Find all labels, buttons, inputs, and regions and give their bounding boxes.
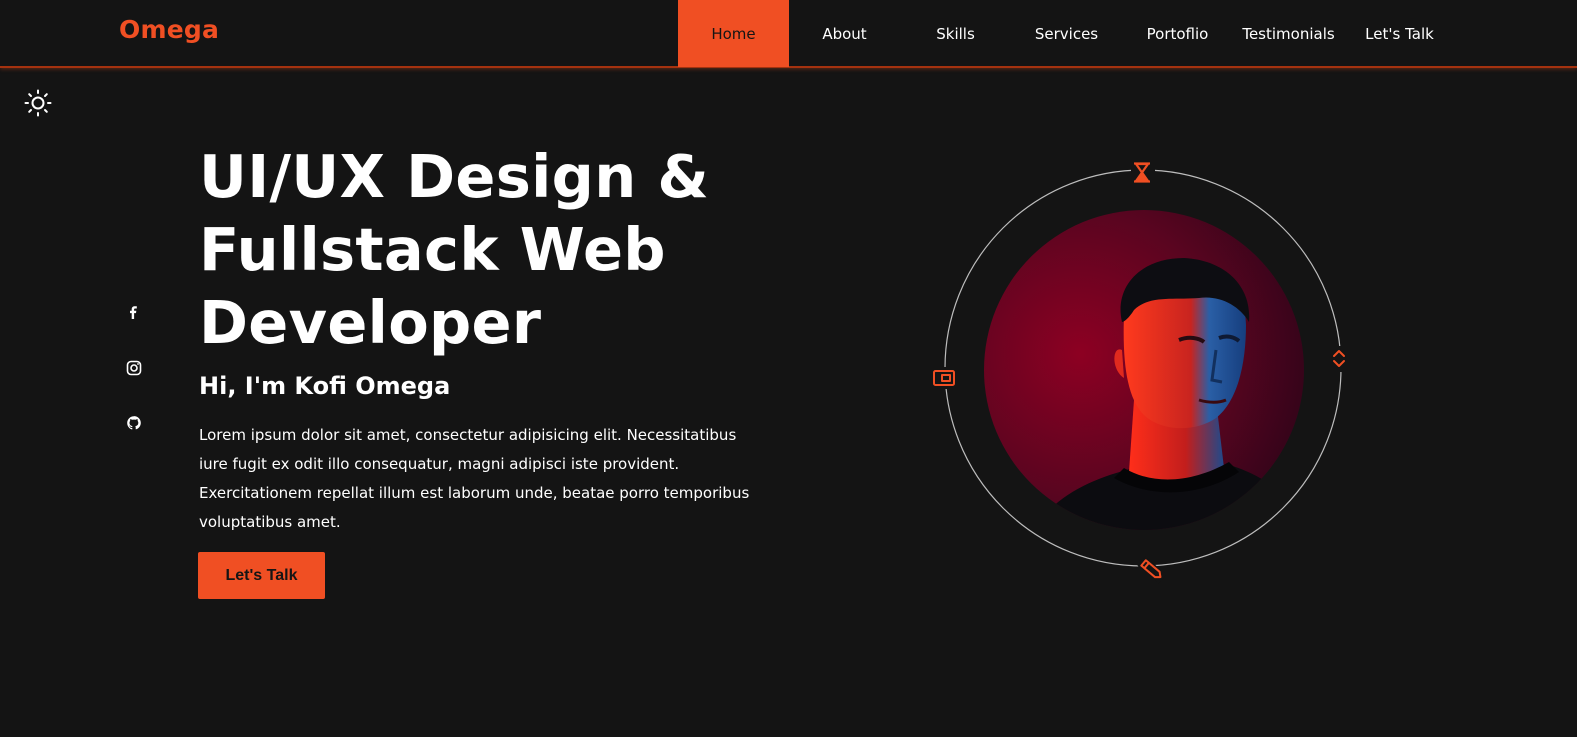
wallet-icon [931, 367, 957, 389]
nav-about[interactable]: About [789, 0, 900, 67]
nav-testimonials[interactable]: Testimonials [1233, 0, 1344, 67]
nav-lets-talk[interactable]: Let's Talk [1344, 0, 1455, 67]
facebook-link[interactable] [124, 303, 144, 323]
instagram-link[interactable] [124, 358, 144, 378]
profile-photo [984, 210, 1304, 530]
lets-talk-button[interactable]: Let's Talk [198, 552, 325, 599]
sun-icon [24, 89, 52, 117]
site-logo[interactable]: Omega [119, 15, 219, 44]
hero-title-line: Developer [199, 288, 542, 357]
nav-home[interactable]: Home [678, 0, 789, 67]
hourglass-icon [1131, 160, 1155, 186]
portrait-illustration [984, 210, 1304, 530]
facebook-icon [130, 306, 137, 319]
main-nav: Home About Skills Services Portoflio Tes… [678, 0, 1455, 67]
hero-title-line: Fullstack Web [199, 215, 666, 284]
hero-title-line: UI/UX Design & [199, 142, 710, 211]
github-link[interactable] [124, 413, 144, 433]
nav-portfolio[interactable]: Portoflio [1122, 0, 1233, 67]
hero-greeting: Hi, I'm Kofi Omega [199, 372, 451, 400]
hero-title: UI/UX Design & Fullstack Web Developer [199, 140, 759, 359]
theme-toggle-button[interactable] [23, 88, 53, 118]
hero-description: Lorem ipsum dolor sit amet, consectetur … [199, 426, 750, 531]
github-icon [127, 416, 141, 430]
site-header: Omega Home About Skills Services Portofl… [0, 0, 1577, 68]
code-icon [1329, 346, 1347, 372]
nav-services[interactable]: Services [1011, 0, 1122, 67]
nav-skills[interactable]: Skills [900, 0, 1011, 67]
pen-icon [1137, 556, 1167, 584]
social-links [124, 303, 146, 468]
instagram-icon [126, 360, 142, 376]
